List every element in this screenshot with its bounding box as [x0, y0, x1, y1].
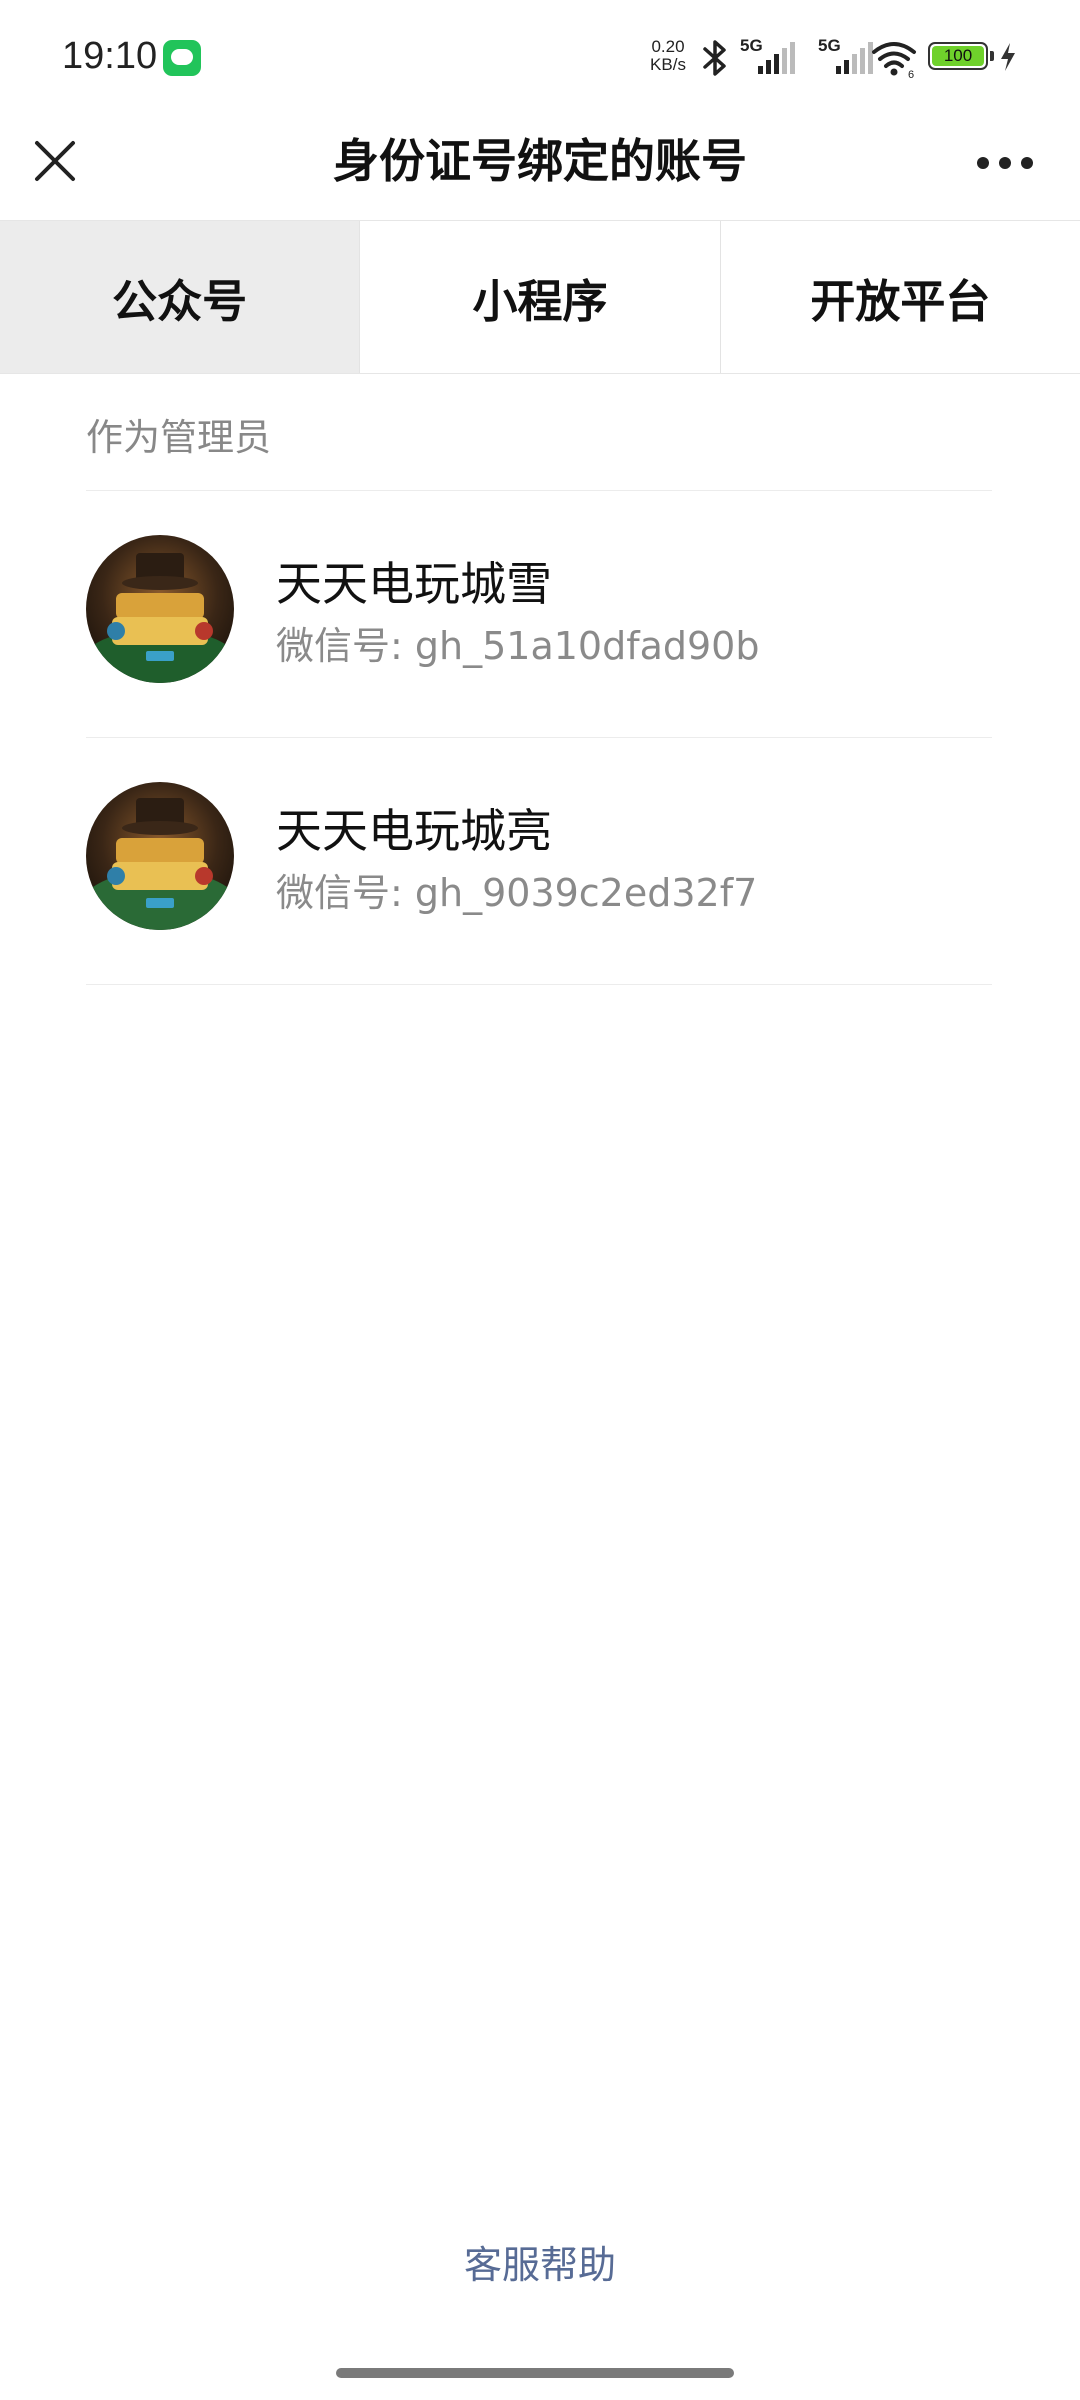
tab-official-account[interactable]: 公众号	[0, 221, 361, 373]
bluetooth-icon	[703, 40, 726, 76]
signal-icon: 5G	[740, 36, 802, 76]
page-title: 身份证号绑定的账号	[333, 134, 747, 188]
tab-mini-program[interactable]: 小程序	[360, 221, 721, 373]
customer-service-help-link[interactable]: 客服帮助	[340, 2240, 740, 2290]
account-wechat-id: 微信号: gh_51a10dfad90b	[276, 624, 760, 668]
account-name: 天天电玩城雪	[276, 557, 552, 611]
home-indicator[interactable]	[336, 2368, 734, 2378]
network-speed-value: 0.20	[651, 37, 685, 56]
tab-bar: 公众号 小程序 开放平台	[0, 220, 1080, 374]
status-time: 19:10	[62, 35, 158, 77]
avatar	[86, 535, 234, 683]
account-list: 天天电玩城雪 微信号: gh_51a10dfad90b 天天电玩城亮 微信号: …	[86, 490, 992, 985]
battery-cap	[990, 51, 994, 61]
more-icon[interactable]	[960, 138, 1050, 188]
tab-open-platform[interactable]: 开放平台	[721, 221, 1080, 373]
list-item[interactable]: 天天电玩城亮 微信号: gh_9039c2ed32f7	[86, 738, 992, 985]
title-bar: 身份证号绑定的账号	[0, 108, 1080, 220]
account-wechat-id: 微信号: gh_9039c2ed32f7	[276, 871, 758, 915]
wifi-label: 6	[908, 69, 914, 78]
list-item[interactable]: 天天电玩城雪 微信号: gh_51a10dfad90b	[86, 491, 992, 738]
charging-icon	[1001, 43, 1015, 71]
message-icon	[163, 40, 201, 76]
network-speed: 0.20 KB/s	[644, 38, 692, 74]
avatar	[86, 782, 234, 930]
battery-icon: 100	[928, 42, 988, 70]
wifi-icon: 6	[872, 42, 916, 78]
status-bar: 19:10 0.20 KB/s 5G 5G 6 100	[0, 0, 1080, 108]
battery-level: 100	[932, 46, 984, 66]
network-speed-unit: KB/s	[650, 55, 686, 74]
account-name: 天天电玩城亮	[276, 804, 552, 858]
close-icon[interactable]	[20, 126, 90, 196]
section-label: 作为管理员	[86, 416, 271, 459]
